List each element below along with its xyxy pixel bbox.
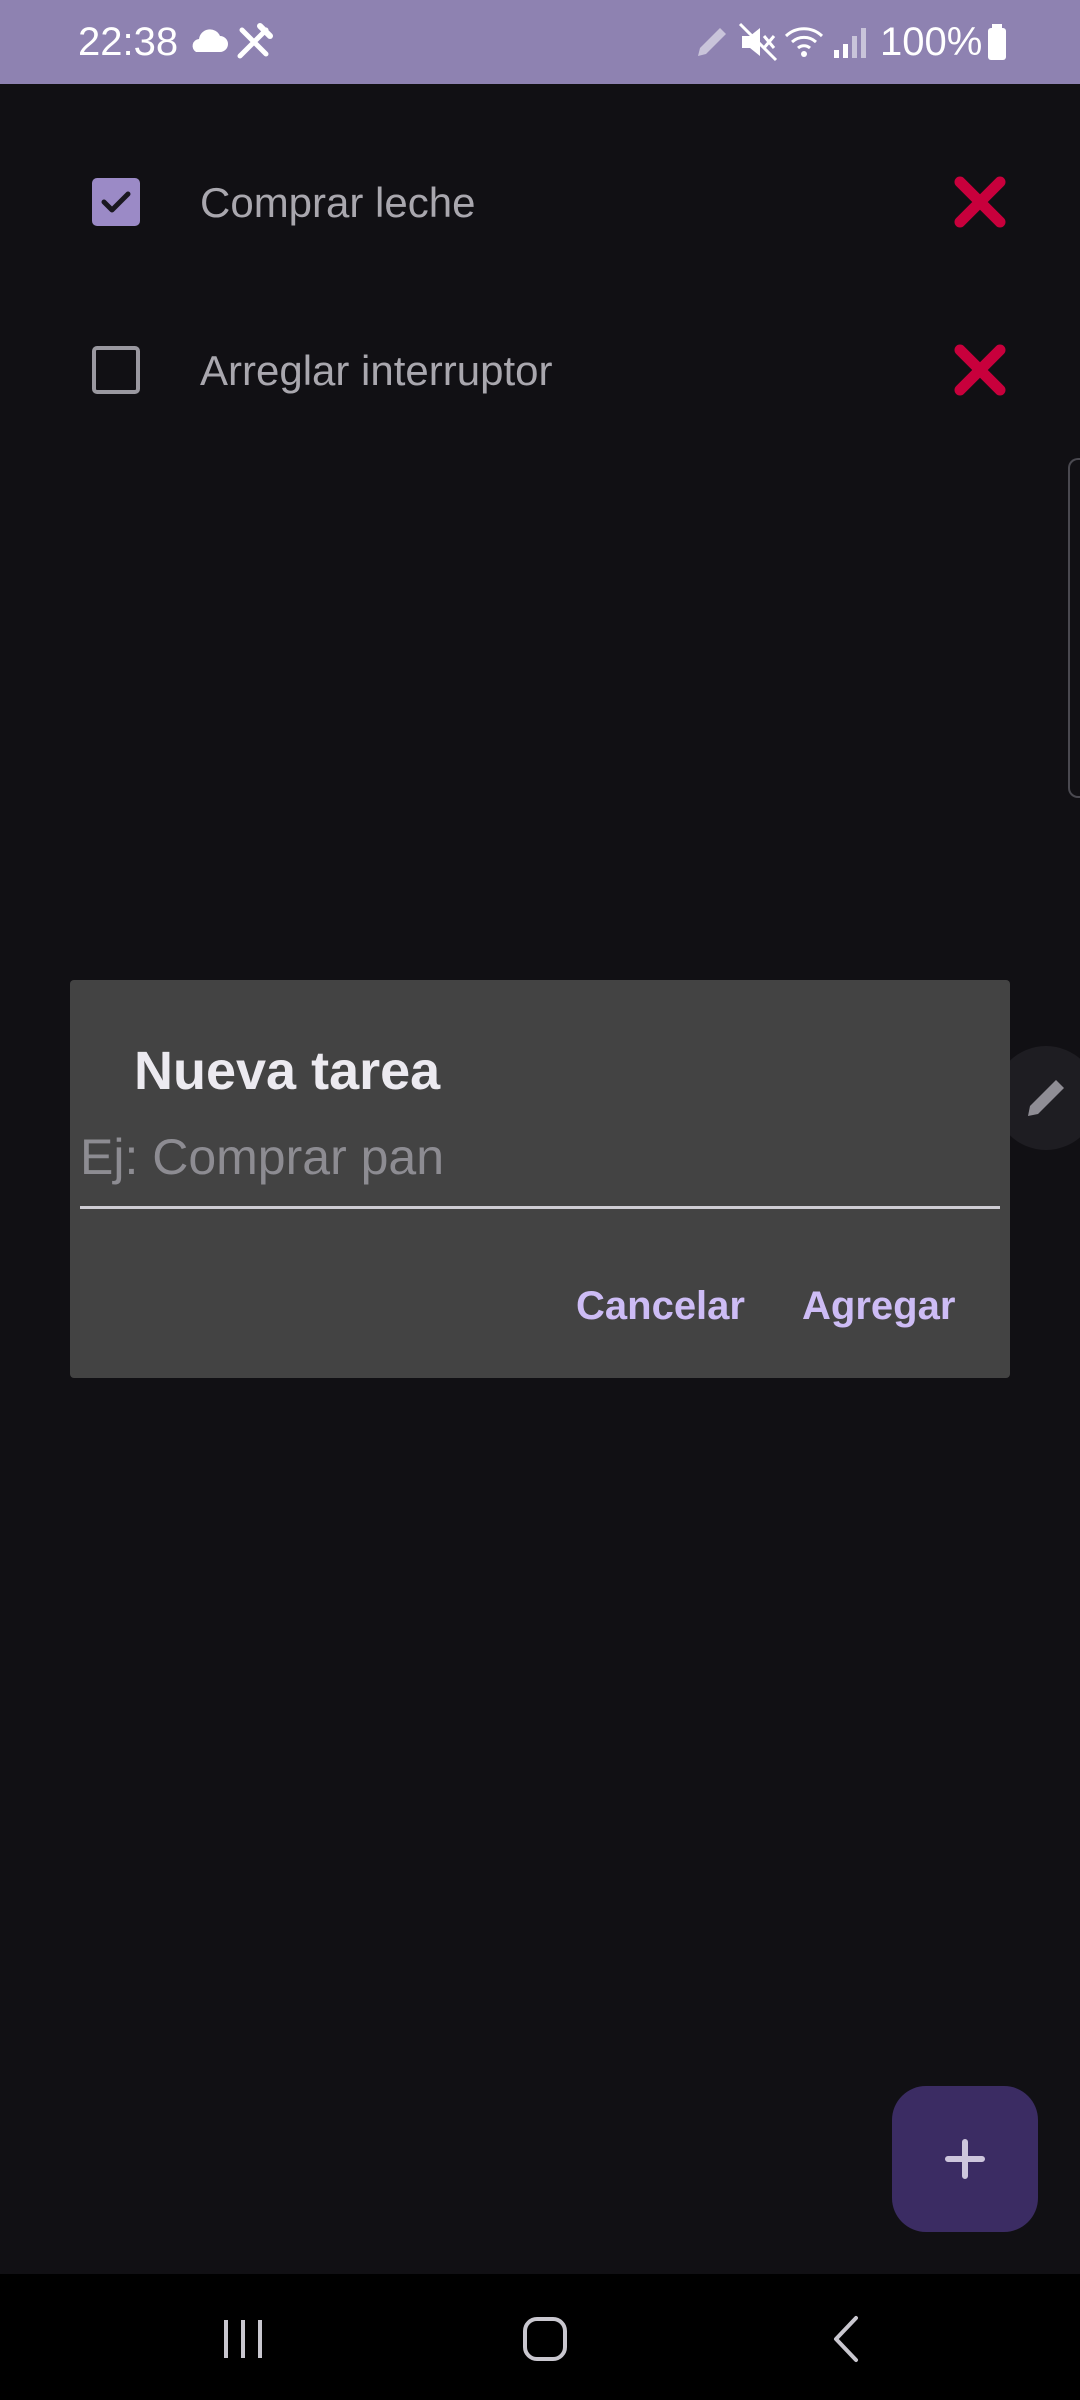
scroll-indicator[interactable] (1068, 458, 1080, 798)
home-icon[interactable] (510, 2304, 580, 2374)
cloud-icon (186, 20, 230, 64)
pencil-icon (1028, 1080, 1064, 1116)
task-label: Arreglar interruptor (200, 347, 553, 394)
task-name-input[interactable] (80, 1126, 1000, 1188)
cancel-button[interactable]: Cancelar (576, 1282, 745, 1330)
task-checkbox-unchecked[interactable] (92, 346, 140, 394)
battery-percentage: 100% (880, 20, 983, 64)
status-bar: 22:38 100% (0, 0, 1080, 84)
navigation-bar (0, 2274, 1080, 2400)
delete-task-button[interactable] (950, 340, 1010, 400)
tools-icon (232, 20, 276, 64)
delete-task-button[interactable] (950, 172, 1010, 232)
back-icon[interactable] (812, 2304, 882, 2374)
task-row: Comprar leche (0, 142, 1080, 262)
task-row: Arreglar interruptor (0, 310, 1080, 430)
add-task-fab[interactable] (892, 2086, 1038, 2232)
dialog-title: Nueva tarea (134, 1041, 441, 1101)
signal-icon (828, 20, 872, 64)
task-label: Comprar leche (200, 179, 476, 226)
new-task-dialog: Nueva tarea Cancelar Agregar (70, 980, 1010, 1378)
plus-icon (945, 2139, 985, 2179)
close-icon (954, 344, 1006, 396)
input-underline (80, 1206, 1000, 1209)
battery-icon (978, 20, 1022, 64)
wifi-icon (782, 20, 826, 64)
pen-icon (690, 20, 734, 64)
mute-icon (736, 20, 780, 64)
status-time: 22:38 (78, 20, 179, 64)
recent-apps-icon[interactable] (208, 2304, 278, 2374)
check-icon (101, 191, 131, 213)
app-screen: 22:38 100% Comprar leche Arreglar interr… (0, 0, 1080, 2400)
task-checkbox-checked[interactable] (92, 178, 140, 226)
add-button[interactable]: Agregar (802, 1282, 955, 1330)
close-icon (954, 176, 1006, 228)
